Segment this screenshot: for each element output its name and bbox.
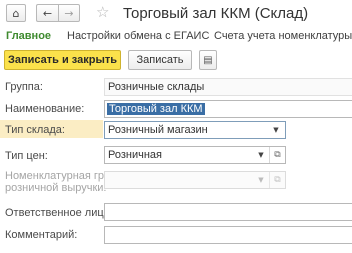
save-button[interactable]: Записать <box>128 50 192 70</box>
triangle-down-icon[interactable]: ▼ <box>269 122 283 138</box>
warehouse-type-label: Тип склада: <box>5 124 65 136</box>
comment-label: Комментарий: <box>5 229 78 241</box>
section-tabs: Главное Настройки обмена с ЕГАИС Счета у… <box>0 28 352 44</box>
window-titlebar: ⌂ ← → ☆ Торговый зал ККМ (Склад) <box>0 0 352 28</box>
triangle-down-icon[interactable]: ▼ <box>254 147 268 163</box>
arrow-left-icon: ← <box>42 6 53 20</box>
price-type-label: Тип цен: <box>5 150 48 162</box>
command-bar: Записать и закрыть Записать ▤ <box>0 50 352 72</box>
name-value: Торговый зал ККМ <box>107 103 205 115</box>
more-actions-button[interactable]: ▤ <box>199 50 217 70</box>
open-link-icon: ⧉ <box>269 172 285 188</box>
responsible-field[interactable] <box>104 203 352 221</box>
group-label: Группа: <box>5 81 43 93</box>
name-label: Наименование: <box>5 103 85 115</box>
retail-group-label-line2: розничной выручки: <box>5 182 107 194</box>
retail-group-field: ▼ ⧉ <box>104 171 286 189</box>
star-icon[interactable]: ☆ <box>96 3 109 21</box>
open-link-icon[interactable]: ⧉ <box>269 147 285 163</box>
forward-button[interactable]: → <box>58 4 80 22</box>
arrow-right-icon: → <box>64 6 74 20</box>
triangle-down-icon: ▼ <box>258 176 264 184</box>
tab-egais-settings[interactable]: Настройки обмена с ЕГАИС <box>67 30 209 42</box>
home-button[interactable]: ⌂ <box>6 4 26 22</box>
comment-field[interactable] <box>104 226 352 244</box>
group-field[interactable]: Розничные склады <box>104 78 352 96</box>
tab-item-accounts[interactable]: Счета учета номенклатуры <box>214 30 352 42</box>
back-button[interactable]: ← <box>36 4 58 22</box>
warehouse-type-value: Розничный магазин <box>108 124 208 136</box>
responsible-label: Ответственное лицо: <box>5 207 113 219</box>
warehouse-type-select[interactable]: Розничный магазин ▼ <box>104 121 286 139</box>
home-icon: ⌂ <box>12 6 20 20</box>
window-title: Торговый зал ККМ (Склад) <box>123 5 309 22</box>
save-and-close-button[interactable]: Записать и закрыть <box>4 50 121 70</box>
group-value: Розничные склады <box>108 81 205 93</box>
price-type-value: Розничная <box>108 149 162 161</box>
price-type-field[interactable]: Розничная ▼ ⧉ <box>104 146 286 164</box>
name-field[interactable]: Торговый зал ККМ <box>104 100 352 118</box>
tab-main[interactable]: Главное <box>6 30 51 42</box>
document-list-icon: ▤ <box>203 54 213 66</box>
